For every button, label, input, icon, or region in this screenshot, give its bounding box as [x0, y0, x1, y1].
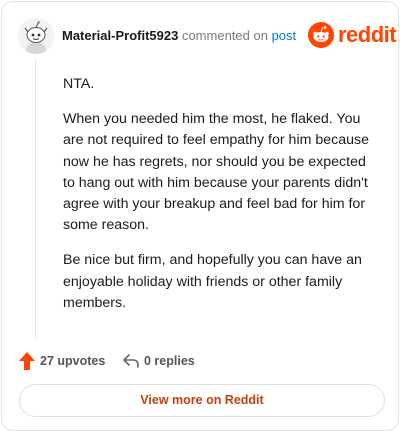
reddit-wordmark: reddit — [338, 22, 397, 47]
upvote-count: 27 upvotes — [40, 354, 106, 368]
commented-on-label: commented on — [181, 28, 268, 43]
reply-arrow-icon — [123, 354, 139, 368]
embedded-comment-card: Material-Profit5923 commented on post re… — [1, 1, 399, 431]
comment-paragraph: When you needed him the most, he flaked.… — [63, 111, 369, 234]
comment-actions: 27 upvotes 0 replies — [18, 350, 388, 372]
reply-count: 0 replies — [144, 354, 195, 368]
user-avatar[interactable] — [18, 18, 54, 54]
comment-header: Material-Profit5923 commented on post re… — [18, 18, 397, 54]
reddit-logo-icon — [308, 22, 334, 48]
comment-body: NTA. When you needed him the most, he fl… — [63, 74, 381, 328]
post-link[interactable]: post — [272, 28, 297, 43]
comment-paragraph: NTA. — [63, 76, 95, 92]
username-link[interactable]: Material-Profit5923 — [62, 28, 178, 43]
thread-line — [35, 60, 36, 338]
reddit-brand[interactable]: reddit — [308, 20, 397, 50]
snoo-avatar-icon — [18, 18, 54, 54]
view-more-on-reddit-button[interactable]: View more on Reddit — [19, 384, 385, 417]
comment-paragraph: Be nice but firm, and hopefully you can … — [63, 252, 362, 311]
comment-byline: Material-Profit5923 commented on post — [62, 28, 296, 44]
upvote-arrow-icon — [19, 352, 35, 370]
